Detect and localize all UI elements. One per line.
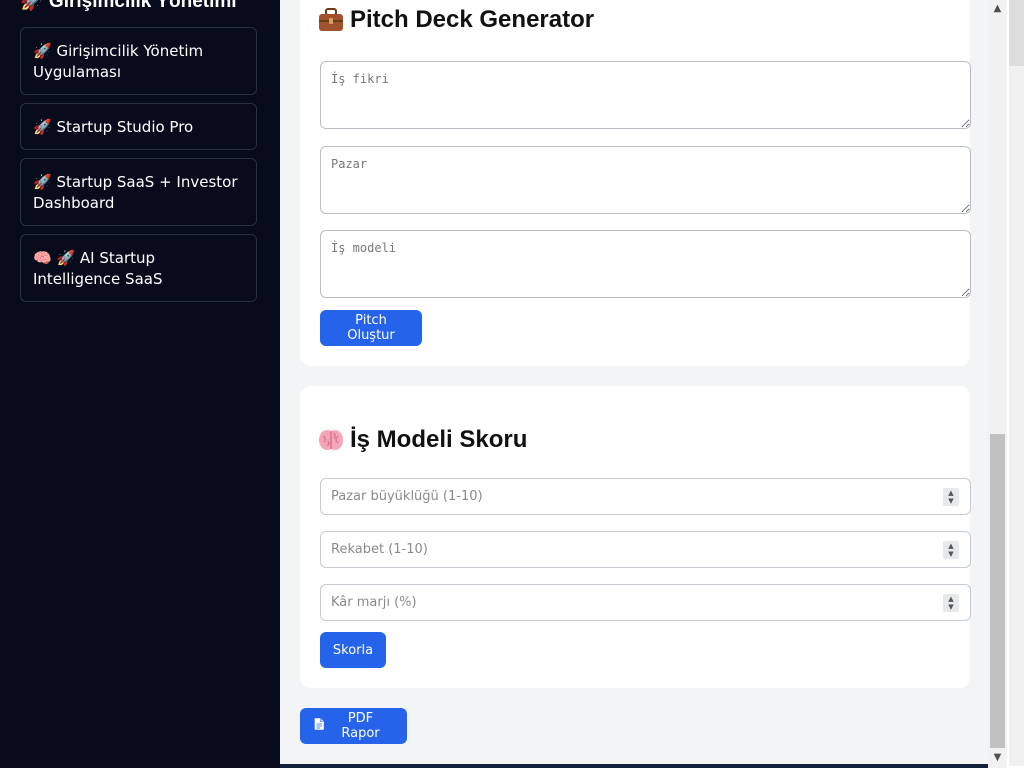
competition-input[interactable] [321,532,941,567]
market-size-field: ▲▼ [320,478,971,515]
sidebar-item-label: 🧠 🚀 AI Startup Intelligence SaaS [33,249,163,288]
outer-scrollbar[interactable] [1007,0,1024,768]
number-stepper[interactable]: ▲ ▼ [943,594,959,612]
main-content: Pitch Deck Generator Pitch Oluştur İş Mo… [280,0,988,768]
competition-field: ▲▼ [320,531,971,568]
pdf-report-button[interactable]: PDF Rapor [300,708,407,744]
scroll-thumb[interactable] [990,434,1005,748]
brain-icon [318,428,344,452]
profit-margin-field: ▲▼ [320,584,971,621]
outer-scroll-track [1009,66,1024,766]
sidebar: 🚀 Girişimcilik Yönetimi 🚀 Girişimcilik Y… [0,0,280,768]
document-icon [314,718,324,734]
outer-scroll-thumb[interactable] [1009,0,1024,66]
number-stepper[interactable]: ▲ ▼ [943,488,959,506]
sidebar-item-label: 🚀 Girişimcilik Yönetim Uygulaması [33,42,204,81]
market-field[interactable] [320,146,971,214]
scroll-down-icon[interactable]: ▼ [988,749,1007,766]
sidebar-item-startup-studio-pro[interactable]: 🚀 Startup Studio Pro [20,103,257,150]
pitch-deck-card: Pitch Deck Generator Pitch Oluştur [300,0,971,366]
bottom-strip [280,764,1024,768]
market-size-input[interactable] [321,479,941,514]
business-idea-field[interactable] [320,61,971,129]
main-scrollbar[interactable]: ▲ ▼ [988,0,1007,768]
pitch-deck-title: Pitch Deck Generator [318,6,594,34]
sidebar-item-label: 🚀 Startup SaaS + Investor Dashboard [33,173,238,212]
business-model-field[interactable] [320,230,971,298]
sidebar-item-ai-startup-intelligence-saas[interactable]: 🧠 🚀 AI Startup Intelligence SaaS [20,234,257,302]
briefcase-icon [318,8,344,32]
sidebar-item-startup-saas-investor-dashboard[interactable]: 🚀 Startup SaaS + Investor Dashboard [20,158,257,226]
business-model-score-card: İş Modeli Skoru ▲▼ ▲▼ ▲▼ Skorla [300,386,971,688]
sidebar-item-girisimcilik-yonetim-uygulamasi[interactable]: 🚀 Girişimcilik Yönetim Uygulaması [20,27,257,95]
business-model-score-title: İş Modeli Skoru [318,426,527,454]
number-stepper[interactable]: ▲ ▼ [943,541,959,559]
score-button[interactable]: Skorla [320,632,386,668]
sidebar-item-label: 🚀 Startup Studio Pro [33,118,194,136]
profit-margin-input[interactable] [321,585,941,620]
create-pitch-button[interactable]: Pitch Oluştur [320,310,422,346]
scroll-up-icon[interactable]: ▲ [988,0,1007,17]
sidebar-title: 🚀 Girişimcilik Yönetimi [20,0,237,12]
